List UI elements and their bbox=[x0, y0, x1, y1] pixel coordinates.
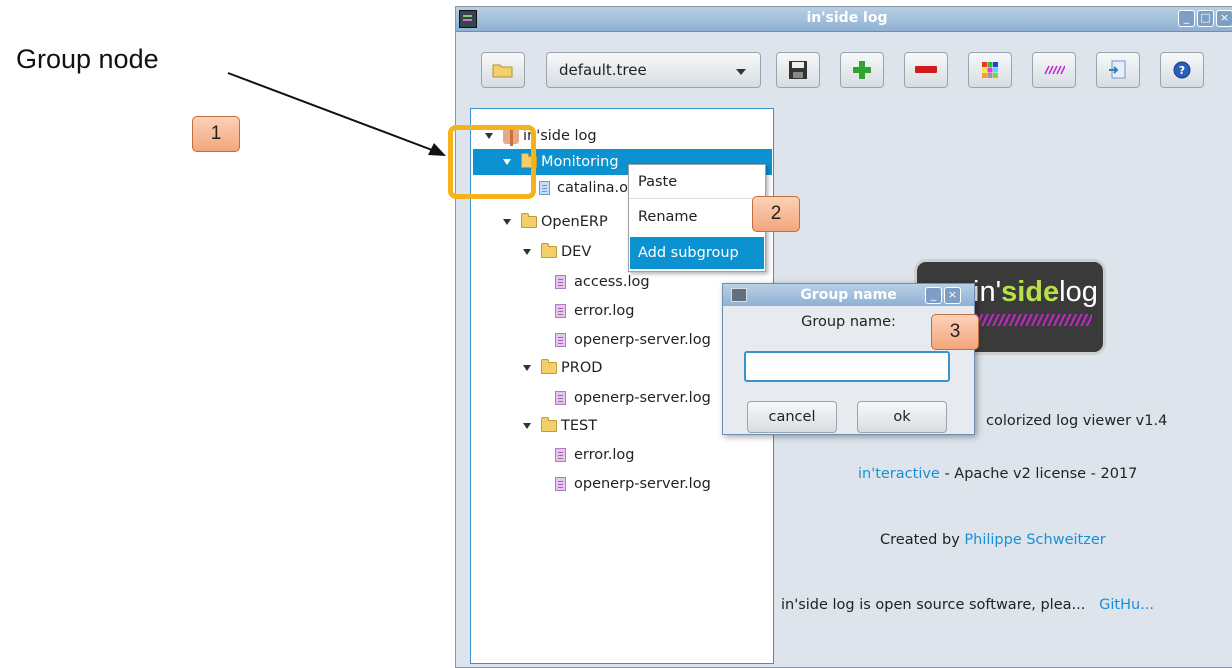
chevron-down-icon bbox=[736, 69, 746, 75]
save-button[interactable] bbox=[776, 52, 820, 88]
expand-arrow-icon bbox=[503, 219, 511, 225]
help-icon: ? bbox=[1173, 61, 1191, 79]
remove-icon bbox=[915, 66, 937, 73]
stripes-icon bbox=[1044, 65, 1065, 75]
expand-arrow-icon bbox=[523, 423, 531, 429]
tree-node-label: TEST bbox=[561, 418, 598, 434]
cancel-button[interactable]: cancel bbox=[747, 401, 837, 433]
export-button[interactable] bbox=[1096, 52, 1140, 88]
dialog-titlebar[interactable]: Group name _ × bbox=[723, 284, 974, 306]
about-license-line: in'teractive - Apache v2 license - 2017 bbox=[858, 466, 1137, 482]
about-author-line: Created by Philippe Schweitzer bbox=[880, 532, 1106, 548]
menu-separator bbox=[629, 198, 765, 199]
tree-file-select[interactable]: default.tree bbox=[546, 52, 761, 88]
color-settings-button[interactable] bbox=[968, 52, 1012, 88]
expand-arrow-icon bbox=[523, 365, 531, 371]
expand-arrow-icon bbox=[523, 249, 531, 255]
maximize-icon[interactable]: □ bbox=[1197, 10, 1214, 27]
annotation-badge-3: 3 bbox=[931, 314, 979, 350]
window-titlebar[interactable]: in'side log _ □ × bbox=[456, 7, 1232, 32]
group-name-input[interactable] bbox=[744, 351, 950, 382]
help-button[interactable]: ? bbox=[1160, 52, 1204, 88]
remove-button[interactable] bbox=[904, 52, 948, 88]
annotation-badge-1: 1 bbox=[192, 116, 240, 152]
app-window: in'side log _ □ × default.tree ? in'side… bbox=[455, 6, 1232, 668]
add-icon bbox=[853, 61, 871, 79]
tree-node-label: error.log bbox=[574, 447, 635, 463]
tree-node-label: access.log bbox=[574, 274, 650, 290]
tree-node-label: openerp-server.log bbox=[574, 390, 711, 406]
tree-node-label: DEV bbox=[561, 244, 592, 260]
tree-file-select-value: default.tree bbox=[559, 61, 647, 79]
log-file-icon bbox=[539, 181, 550, 195]
created-by-text: Created by bbox=[880, 532, 965, 548]
tree-node-label: openerp-server.log bbox=[574, 476, 711, 492]
folder-icon bbox=[541, 243, 557, 258]
log-file-icon bbox=[555, 333, 566, 347]
context-menu: Paste Rename Add subgroup bbox=[628, 164, 766, 272]
ok-button[interactable]: ok bbox=[857, 401, 947, 433]
color-palette-icon bbox=[982, 62, 998, 78]
menu-item-rename[interactable]: Rename bbox=[630, 201, 764, 233]
log-file-icon bbox=[555, 477, 566, 491]
menu-item-add-subgroup[interactable]: Add subgroup bbox=[630, 237, 764, 269]
tree-node-label: PROD bbox=[561, 360, 603, 376]
tree-node-label: error.log bbox=[574, 303, 635, 319]
annotation-badge-2: 2 bbox=[752, 196, 800, 232]
folder-icon bbox=[521, 213, 537, 228]
tree-node-label: OpenERP bbox=[541, 214, 608, 230]
open-source-text: in'side log is open source software, ple… bbox=[781, 597, 1086, 613]
log-file-icon bbox=[555, 275, 566, 289]
minimize-icon[interactable]: _ bbox=[925, 287, 942, 304]
save-icon bbox=[789, 61, 807, 79]
group-node-highlight bbox=[448, 125, 536, 199]
menu-item-paste[interactable]: Paste bbox=[630, 166, 764, 198]
about-description: colorized log viewer v1.4 bbox=[986, 413, 1168, 429]
folder-icon bbox=[541, 417, 557, 432]
minimize-icon[interactable]: _ bbox=[1178, 10, 1195, 27]
add-button[interactable] bbox=[840, 52, 884, 88]
svg-text:?: ? bbox=[1179, 64, 1185, 77]
close-icon[interactable]: × bbox=[944, 287, 961, 304]
tree-node-label: Monitoring bbox=[541, 154, 619, 170]
github-link[interactable]: GitHu... bbox=[1099, 597, 1154, 613]
export-icon bbox=[1109, 60, 1126, 79]
window-title: in'side log bbox=[806, 10, 888, 26]
group-name-dialog: Group name _ × Group name: cancel ok bbox=[722, 283, 975, 435]
log-file-icon bbox=[555, 391, 566, 405]
log-file-icon bbox=[555, 448, 566, 462]
logo-text: in'sidelog bbox=[973, 276, 1098, 308]
company-link[interactable]: in'teractive bbox=[858, 466, 940, 482]
about-open-source-line: in'side log is open source software, ple… bbox=[781, 597, 1154, 613]
highlight-button[interactable] bbox=[1032, 52, 1076, 88]
close-icon[interactable]: × bbox=[1216, 10, 1232, 27]
license-text: - Apache v2 license - 2017 bbox=[939, 466, 1138, 482]
tree-node-label: openerp-server.log bbox=[574, 332, 711, 348]
author-link[interactable]: Philippe Schweitzer bbox=[964, 532, 1105, 548]
open-folder-icon bbox=[492, 64, 513, 78]
folder-icon bbox=[541, 359, 557, 374]
open-tree-button[interactable] bbox=[481, 52, 525, 88]
log-file-icon bbox=[555, 304, 566, 318]
